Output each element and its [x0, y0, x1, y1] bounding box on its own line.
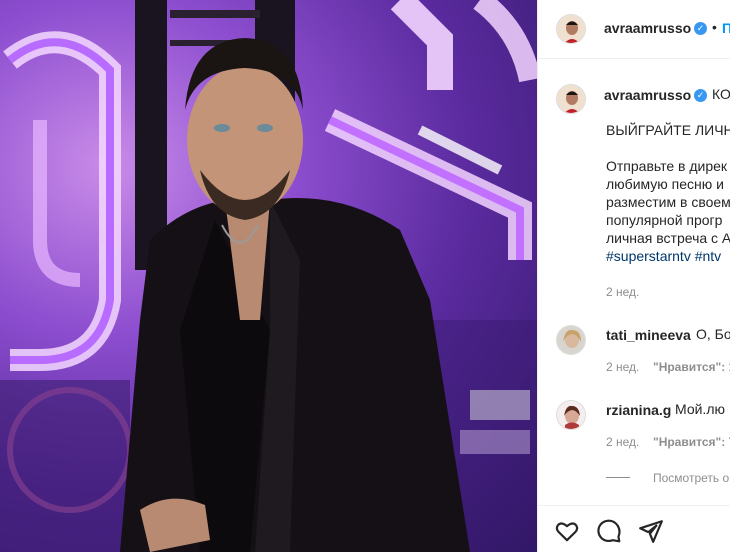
caption-line: разместим в своем [606, 194, 730, 210]
caption-first-word: КО [712, 86, 730, 102]
comment-avatar[interactable] [556, 325, 586, 355]
header-separator: • [712, 19, 717, 35]
comment-likes[interactable]: "Нравится": 1 [653, 360, 730, 374]
caption-hashtags[interactable]: #superstarntv #ntv [606, 247, 721, 265]
post-side-panel: avraamrusso ✓ • П avraamrusso ✓ КО ВЫЙГР… [537, 0, 730, 552]
comment-avatar[interactable] [556, 400, 586, 430]
replies-divider [606, 477, 630, 478]
verified-badge-icon: ✓ [694, 89, 707, 102]
follow-button[interactable]: П [722, 20, 730, 36]
avatar-icon [557, 15, 585, 43]
comment-time[interactable]: 2 нед. [606, 360, 639, 374]
caption-username[interactable]: avraamrusso [604, 87, 691, 103]
avatar-icon [557, 85, 585, 113]
post-photo[interactable] [0, 0, 537, 552]
caption-line: популярной прогр [606, 212, 723, 228]
avatar-icon [557, 401, 585, 429]
author-avatar[interactable] [556, 14, 586, 44]
caption-headline: ВЫЙГРАЙТЕ ЛИЧН [606, 122, 730, 138]
comment-username[interactable]: tati_mineeva [606, 327, 691, 343]
caption-line: личная встреча с А [606, 230, 730, 246]
heart-icon[interactable] [554, 518, 580, 544]
post-actions [538, 505, 730, 552]
post-header: avraamrusso ✓ • П [538, 0, 730, 59]
photo-illustration [0, 0, 537, 552]
comment-time[interactable]: 2 нед. [606, 435, 639, 449]
author-username[interactable]: avraamrusso [604, 20, 691, 36]
comment-text: Мой.лю [675, 401, 725, 417]
caption-avatar[interactable] [556, 84, 586, 114]
comment-username[interactable]: rzianina.g [606, 402, 671, 418]
view-replies-link[interactable]: Посмотреть о [653, 471, 729, 485]
caption-time[interactable]: 2 нед. [606, 285, 639, 299]
comment-likes[interactable]: "Нравится": 7 [653, 435, 730, 449]
comment-text: О, Бо [696, 326, 730, 342]
share-icon[interactable] [638, 518, 664, 544]
caption-line: Отправьте в дирек [606, 158, 728, 174]
comment-icon[interactable] [596, 518, 622, 544]
verified-badge-icon: ✓ [694, 22, 707, 35]
avatar-icon [557, 326, 585, 354]
caption-line: любимую песню и [606, 176, 724, 192]
